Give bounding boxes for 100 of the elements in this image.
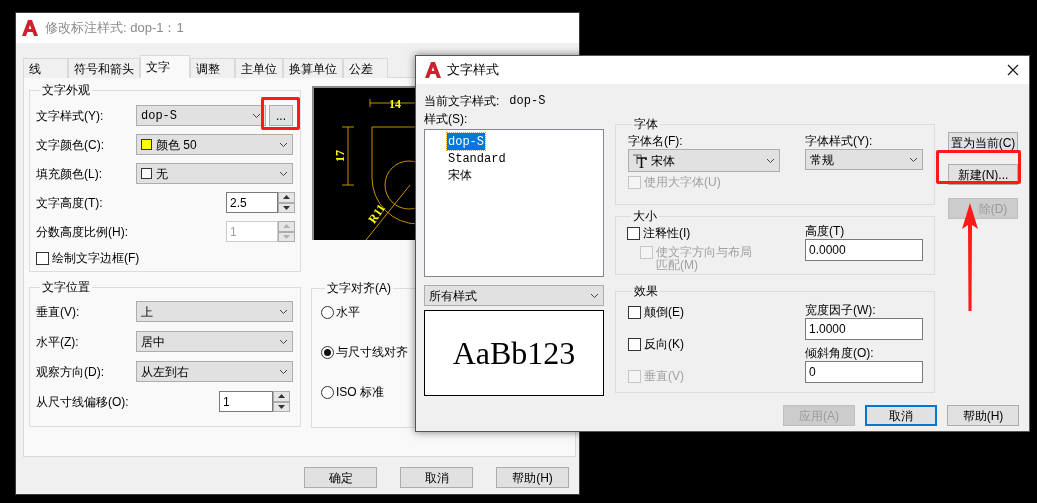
chevron-down-icon: [252, 112, 261, 119]
button[interactable]: 取消: [865, 405, 937, 426]
tab[interactable]: 符号和箭头: [68, 58, 140, 78]
tab[interactable]: 线: [23, 58, 68, 78]
tab[interactable]: 主单位: [235, 58, 283, 78]
field-label: 样式(S):: [424, 110, 468, 128]
spin-up-button[interactable]: [273, 391, 290, 402]
triangle-down-icon: [278, 404, 285, 409]
field-label: 字体样式(Y):: [805, 133, 874, 147]
dropdown[interactable]: 所有样式: [424, 285, 604, 306]
checkbox-label: 使文字方向与布局匹配(M): [656, 246, 753, 272]
dropdown[interactable]: 宋体: [628, 149, 780, 172]
checkbox-label: 注释性(I): [643, 227, 691, 240]
input-field[interactable]: 0: [805, 361, 923, 383]
checkbox-label: 垂直(V): [644, 370, 684, 383]
spin-down-button[interactable]: [273, 401, 290, 412]
dimension-label: 17: [333, 150, 347, 162]
field-label: 分数高度比例(H):: [36, 223, 129, 241]
group-title: 大小: [632, 208, 658, 224]
field-label: 观察方向(D):: [36, 363, 105, 381]
triangle-down-icon: [283, 234, 290, 239]
radio-button[interactable]: [321, 305, 334, 319]
checkbox-label: 绘制文字边框(F): [52, 252, 140, 265]
radio-label: ISO 标准: [336, 384, 384, 401]
tab[interactable]: 调整: [190, 58, 235, 78]
app-logo-icon: [425, 62, 441, 78]
dropdown[interactable]: 颜色 50: [136, 134, 293, 155]
group-title: 文字位置: [41, 279, 91, 295]
button[interactable]: 新建(N)...: [948, 164, 1018, 185]
field-label: 文字高度(T):: [36, 194, 104, 212]
checkbox-label: 颠倒(E): [644, 306, 684, 319]
radio-button[interactable]: [321, 385, 334, 399]
checkbox-label: 使用大字体(U): [644, 176, 721, 189]
list-item[interactable]: Standard: [447, 150, 507, 167]
field-label: 高度(T): [805, 223, 846, 237]
window-title: 文字样式: [447, 61, 499, 80]
highlight-frame: [261, 97, 300, 130]
field-label: 填充颜色(L):: [36, 165, 103, 183]
dropdown[interactable]: 常规: [805, 149, 923, 170]
field-label: 宽度因子(W):: [805, 302, 877, 316]
field-label: 文字样式(Y):: [36, 107, 105, 125]
group-title: 文字外观: [41, 82, 91, 98]
app-logo-icon: [22, 20, 38, 36]
dropdown[interactable]: dop-S: [136, 105, 266, 126]
spin-up-button[interactable]: [278, 192, 295, 203]
checkbox[interactable]: [627, 227, 640, 240]
spin-down-button[interactable]: [278, 202, 295, 213]
triangle-up-icon: [283, 224, 290, 229]
chevron-down-icon: [590, 292, 599, 299]
button[interactable]: 帮助(H): [496, 467, 569, 488]
field-label: 当前文字样式:: [424, 92, 500, 110]
button[interactable]: 帮助(H): [947, 405, 1019, 426]
tab[interactable]: 换算单位: [283, 58, 343, 78]
button[interactable]: 取消: [400, 467, 473, 488]
chevron-down-icon: [279, 141, 288, 148]
field-label: 文字颜色(C):: [36, 136, 105, 154]
checkbox[interactable]: [36, 252, 49, 265]
triangle-up-icon: [278, 394, 285, 399]
dimension-label: R11: [365, 201, 389, 226]
field-value: dop-S: [509, 92, 546, 110]
chevron-down-icon: [279, 170, 288, 177]
tab[interactable]: 公差: [343, 58, 388, 78]
radio-label: 与尺寸线对齐: [336, 344, 408, 361]
close-icon: [1007, 64, 1019, 76]
dimension-label: 14: [389, 97, 401, 111]
checkbox[interactable]: [628, 338, 641, 351]
group-title: 效果: [633, 283, 659, 299]
number-field[interactable]: 2.5: [226, 192, 278, 213]
dropdown[interactable]: 从左到右: [136, 361, 293, 382]
window-title: 修改标注样式: dop-1：1: [45, 19, 184, 38]
group-title: 文字对齐(A): [326, 280, 392, 296]
chevron-down-icon: [279, 338, 288, 345]
dropdown[interactable]: 无: [136, 163, 293, 184]
font-type-icon: [633, 153, 647, 168]
dropdown[interactable]: 上: [136, 301, 293, 322]
radio-label: 水平: [336, 304, 360, 321]
close-button[interactable]: [1005, 62, 1021, 78]
input-field[interactable]: 1.0000: [805, 318, 923, 340]
chevron-down-icon: [909, 156, 918, 163]
tab[interactable]: 文字: [140, 55, 190, 78]
field-label: 字体名(F):: [628, 133, 684, 147]
list-item[interactable]: 宋体: [447, 167, 473, 184]
button[interactable]: ...: [269, 105, 293, 126]
radio-button[interactable]: [321, 345, 334, 359]
chevron-down-icon: [279, 308, 288, 315]
triangle-down-icon: [283, 205, 290, 210]
checkbox[interactable]: [628, 306, 641, 319]
input-field[interactable]: 0.0000: [805, 239, 923, 261]
field-label: 垂直(V):: [36, 303, 81, 321]
sample-text: AaBb123: [452, 337, 576, 369]
chevron-down-icon: [766, 157, 775, 164]
button[interactable]: 确定: [304, 467, 377, 488]
field-label: 水平(Z):: [36, 333, 80, 351]
group-title: 字体: [633, 116, 659, 132]
dropdown[interactable]: 居中: [136, 331, 293, 352]
field-label: 倾斜角度(O):: [805, 345, 875, 359]
field-label: 从尺寸线偏移(O):: [36, 393, 130, 411]
list-item[interactable]: dop-S: [447, 133, 485, 150]
number-field[interactable]: 1: [219, 391, 273, 412]
chevron-down-icon: [279, 368, 288, 375]
